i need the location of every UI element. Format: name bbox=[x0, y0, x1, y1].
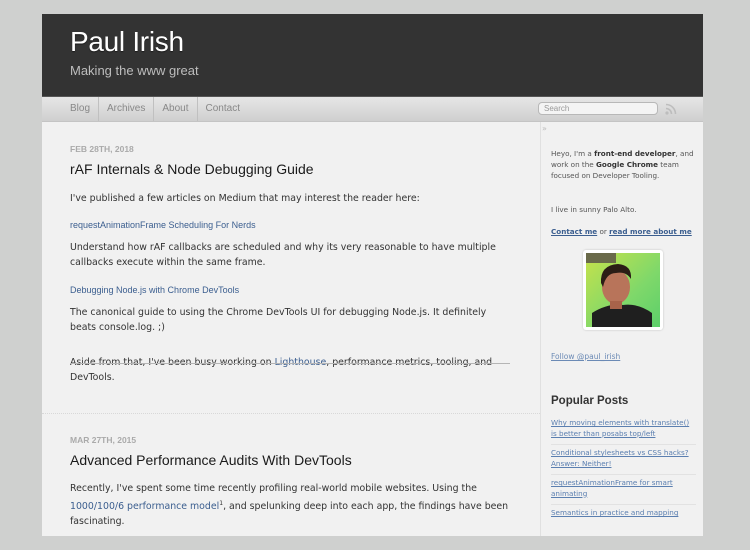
or-text: or bbox=[597, 227, 610, 236]
search-input[interactable]: Search bbox=[538, 102, 658, 115]
location-text: I live in sunny Palo Alto. bbox=[551, 205, 637, 214]
bio-fragment: Heyo, I'm a bbox=[551, 149, 595, 158]
popular-post-link[interactable]: requestAnimationFrame for smart animatin… bbox=[551, 475, 696, 505]
nav-item-contact[interactable]: Contact bbox=[196, 97, 248, 121]
post-title[interactable]: Advanced Performance Audits With DevTool… bbox=[70, 452, 510, 468]
bio-bold: front-end developer bbox=[594, 149, 676, 158]
popular-posts-list: Why moving elements with translate() is … bbox=[551, 415, 696, 524]
body-text: Recently, I've spent some time recently … bbox=[70, 483, 477, 494]
post-separator bbox=[42, 413, 540, 414]
post-title[interactable]: rAF Internals & Node Debugging Guide bbox=[70, 161, 510, 177]
avatar bbox=[583, 250, 663, 330]
nav-item-blog[interactable]: Blog bbox=[62, 97, 98, 121]
page-container: Paul Irish Making the www great Blog Arc… bbox=[42, 14, 703, 536]
post-body: Recently, I've spent some time recently … bbox=[70, 481, 510, 529]
performance-model-link[interactable]: 1000/100/6 performance model bbox=[70, 501, 219, 512]
article-description: The canonical guide to using the Chrome … bbox=[70, 307, 487, 333]
site-title[interactable]: Paul Irish bbox=[70, 26, 184, 58]
article-description: Understand how rAF callbacks are schedul… bbox=[70, 242, 496, 268]
post-intro: I've published a few articles on Medium … bbox=[70, 193, 420, 204]
popular-post-link[interactable]: Semantics in practice and mapping bbox=[551, 505, 696, 524]
collapse-sidebar-icon[interactable]: » bbox=[542, 124, 547, 133]
contact-me-link[interactable]: Contact me bbox=[551, 227, 597, 236]
popular-post-link[interactable]: Conditional stylesheets vs CSS hacks? An… bbox=[551, 445, 696, 475]
contact-line: Contact me or read more about me bbox=[551, 226, 701, 237]
read-more-about-me-link[interactable]: read more about me bbox=[609, 227, 692, 236]
site-subtitle: Making the www great bbox=[70, 63, 199, 78]
post-aside: Aside from that, I've been busy working … bbox=[70, 355, 510, 385]
divider bbox=[70, 363, 510, 364]
bio-bold: Google Chrome bbox=[596, 160, 658, 169]
nav-item-archives[interactable]: Archives bbox=[98, 97, 153, 121]
nav-item-about[interactable]: About bbox=[153, 97, 196, 121]
sidebar: » Heyo, I'm a front-end developer, and w… bbox=[540, 122, 703, 536]
rss-feed-icon[interactable] bbox=[665, 103, 677, 115]
article-link-node-debugging[interactable]: Debugging Node.js with Chrome DevTools bbox=[70, 285, 510, 295]
post-date: MAR 27TH, 2015 bbox=[70, 435, 137, 445]
post-date: FEB 28TH, 2018 bbox=[70, 144, 134, 154]
post-advanced-audits: MAR 27TH, 2015 Advanced Performance Audi… bbox=[70, 435, 510, 529]
popular-posts-heading: Popular Posts bbox=[551, 395, 629, 407]
avatar-photo bbox=[586, 253, 660, 327]
post-raf-internals: FEB 28TH, 2018 rAF Internals & Node Debu… bbox=[70, 144, 510, 385]
bio-text: Heyo, I'm a front-end developer, and wor… bbox=[551, 148, 701, 181]
follow-twitter-link[interactable]: Follow @paul_irish bbox=[551, 352, 620, 361]
site-header: Paul Irish Making the www great bbox=[42, 14, 703, 96]
main-nav: Blog Archives About Contact Search bbox=[42, 96, 703, 122]
popular-post-link[interactable]: Why moving elements with translate() is … bbox=[551, 415, 696, 445]
main-content: FEB 28TH, 2018 rAF Internals & Node Debu… bbox=[42, 122, 540, 536]
article-link-raf[interactable]: requestAnimationFrame Scheduling For Ner… bbox=[70, 220, 510, 230]
